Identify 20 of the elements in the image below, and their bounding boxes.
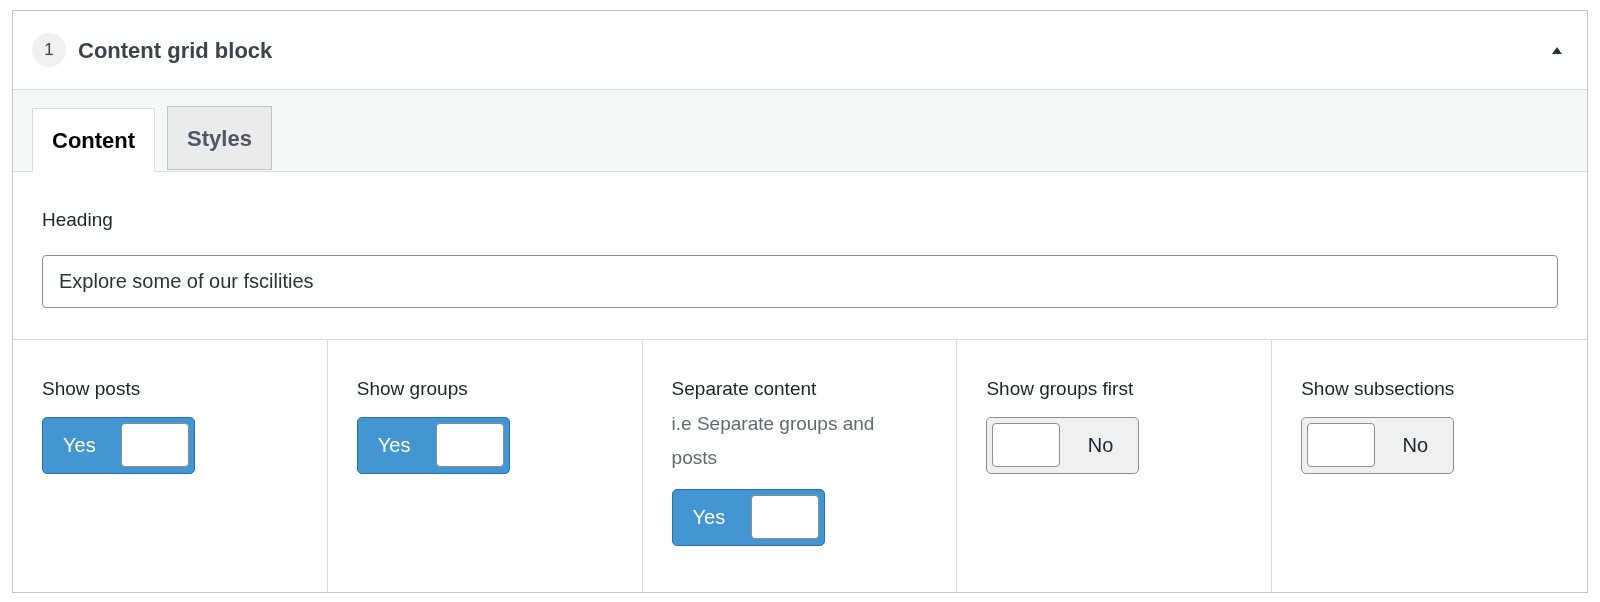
- toggle-knob: [121, 423, 189, 467]
- field-description: i.e Separate groups and posts: [671, 411, 876, 470]
- field-label: Show posts: [42, 376, 142, 401]
- toggle-knob: [992, 423, 1061, 467]
- collapse-caret-icon[interactable]: [1552, 46, 1562, 54]
- field-label: Show groups first: [986, 376, 1135, 401]
- field-label: Heading: [42, 208, 114, 232]
- toggle-switch[interactable]: No: [1301, 416, 1455, 474]
- toggle-knob: [435, 423, 504, 467]
- field-label: Show subsections: [1301, 376, 1456, 401]
- block-number: 1: [32, 33, 66, 67]
- toggle-switch[interactable]: No: [986, 416, 1140, 474]
- tab[interactable]: Styles: [167, 106, 272, 170]
- toggle-knob: [1307, 423, 1376, 467]
- heading-input[interactable]: Explore some of our fscilities: [42, 254, 1558, 308]
- field-label: Show groups: [356, 376, 469, 401]
- block-title: Content grid block: [78, 36, 273, 65]
- tab[interactable]: Content: [32, 108, 156, 172]
- toggle-knob: [750, 495, 819, 539]
- field-label: Separate content: [671, 376, 818, 401]
